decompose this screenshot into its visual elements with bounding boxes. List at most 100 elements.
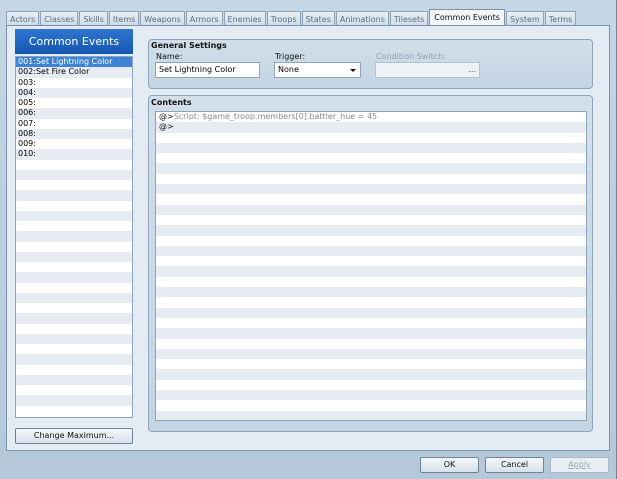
tab-terms[interactable]: Terms: [544, 11, 577, 25]
name-field[interactable]: Set Lightning Color: [155, 62, 260, 78]
empty-command-row: [156, 339, 586, 349]
empty-command-row: [156, 266, 586, 277]
list-empty-row: [16, 365, 132, 375]
list-item[interactable]: 001:Set Lightning Color: [16, 57, 132, 68]
list-empty-row: [16, 180, 132, 190]
event-commands-list[interactable]: @>Script: $game_troop.members[0].battler…: [155, 111, 587, 421]
empty-command-row: [156, 359, 586, 369]
empty-command-row: [156, 307, 586, 318]
trigger-label: Trigger:: [275, 52, 306, 61]
command-prefix: @>: [159, 112, 174, 121]
list-empty-row: [16, 303, 132, 313]
empty-command-row: [156, 174, 586, 184]
list-empty-row: [16, 283, 132, 293]
tab-states[interactable]: States: [301, 11, 335, 25]
change-maximum-button[interactable]: Change Maximum...: [15, 428, 133, 444]
tab-tilesets[interactable]: Tilesets: [389, 11, 429, 25]
list-empty-row: [16, 272, 132, 283]
empty-command-row: [156, 410, 586, 420]
list-empty-row: [16, 231, 132, 242]
empty-command-row: [156, 400, 586, 410]
empty-command-row: [156, 277, 586, 287]
list-item[interactable]: 008:: [16, 128, 132, 139]
list-header: Common Events: [15, 29, 133, 54]
name-label: Name:: [156, 52, 183, 61]
list-item[interactable]: 002:Set Fire Color: [16, 67, 132, 78]
list-empty-row: [16, 344, 132, 354]
empty-command-row: [156, 225, 586, 236]
empty-command-row: [156, 194, 586, 204]
tab-system[interactable]: System: [505, 11, 544, 25]
ok-button[interactable]: OK: [420, 457, 479, 473]
list-item[interactable]: 010:: [16, 149, 132, 160]
tab-common-events[interactable]: Common Events: [429, 9, 505, 26]
list-empty-row: [16, 354, 132, 365]
chevron-down-icon: [350, 69, 356, 72]
empty-command-row: [156, 390, 586, 401]
command-prefix: @>: [159, 122, 174, 132]
empty-command-row: [156, 328, 586, 339]
list-empty-row: [16, 160, 132, 170]
list-item[interactable]: 007:: [16, 119, 132, 129]
tab-actors[interactable]: Actors: [6, 11, 40, 25]
list-empty-row: [16, 313, 132, 324]
apply-button: Apply: [550, 457, 609, 473]
list-empty-row: [16, 210, 132, 221]
list-empty-row: [16, 262, 132, 272]
list-empty-row: [16, 406, 132, 416]
empty-command-row: [156, 287, 586, 298]
list-empty-row: [16, 190, 132, 201]
trigger-value: None: [278, 65, 299, 74]
condition-switch-label: Condition Switch:: [376, 52, 446, 61]
empty-command-row: [156, 184, 586, 195]
empty-command-row: [156, 318, 586, 328]
command-row[interactable]: @>: [156, 122, 586, 133]
empty-command-row: [156, 256, 586, 266]
tab-items[interactable]: Items: [108, 11, 140, 25]
tab-animations[interactable]: Animations: [335, 11, 389, 25]
list-empty-row: [16, 385, 132, 395]
tab-bar: Actors Classes Skills Items Weapons Armors Ene…: [6, 9, 577, 26]
empty-command-row: [156, 142, 586, 154]
tab-troops[interactable]: Troops: [266, 11, 301, 25]
trigger-dropdown[interactable]: None: [274, 62, 361, 78]
list-item[interactable]: 006:: [16, 108, 132, 119]
list-item[interactable]: 004:: [16, 87, 132, 98]
list-empty-row: [16, 242, 132, 252]
empty-command-row: [156, 297, 586, 307]
general-settings-title: General Settings: [151, 41, 227, 50]
command-text: Script: $game_troop.members[0].battler_h…: [173, 112, 378, 121]
tab-weapons[interactable]: Weapons: [140, 11, 185, 25]
tab-enemies[interactable]: Enemies: [223, 11, 266, 25]
empty-command-row: [156, 163, 586, 174]
list-empty-row: [16, 324, 132, 334]
list-empty-row: [16, 169, 132, 180]
cancel-button[interactable]: Cancel: [485, 457, 544, 473]
command-row[interactable]: @>Script: $game_troop.members[0].battler…: [156, 112, 586, 122]
condition-switch-field: ...: [375, 62, 480, 78]
empty-command-row: [156, 153, 586, 163]
empty-command-row: [156, 215, 586, 225]
list-item[interactable]: 003:: [16, 78, 132, 88]
list-empty-row: [16, 395, 132, 406]
list-empty-row: [16, 333, 132, 344]
list-empty-row: [16, 201, 132, 211]
empty-command-row: [156, 236, 586, 246]
condition-switch-button: ...: [468, 65, 476, 74]
empty-command-row: [156, 348, 586, 360]
list-empty-row: [16, 292, 132, 303]
empty-command-row: [156, 369, 586, 380]
common-events-list[interactable]: 001:Set Lightning Color 002:Set Fire Colo…: [15, 56, 133, 418]
list-item[interactable]: 009:: [16, 139, 132, 149]
tab-skills[interactable]: Skills: [79, 11, 108, 25]
empty-command-row: [156, 204, 586, 215]
tab-armors[interactable]: Armors: [185, 11, 223, 25]
list-empty-row: [16, 221, 132, 231]
contents-title: Contents: [151, 98, 192, 107]
empty-command-row: [156, 133, 586, 143]
empty-command-row: [156, 380, 586, 390]
list-item[interactable]: 005:: [16, 98, 132, 108]
list-empty-row: [16, 374, 132, 385]
empty-command-row: [156, 245, 586, 257]
tab-classes[interactable]: Classes: [40, 11, 79, 25]
